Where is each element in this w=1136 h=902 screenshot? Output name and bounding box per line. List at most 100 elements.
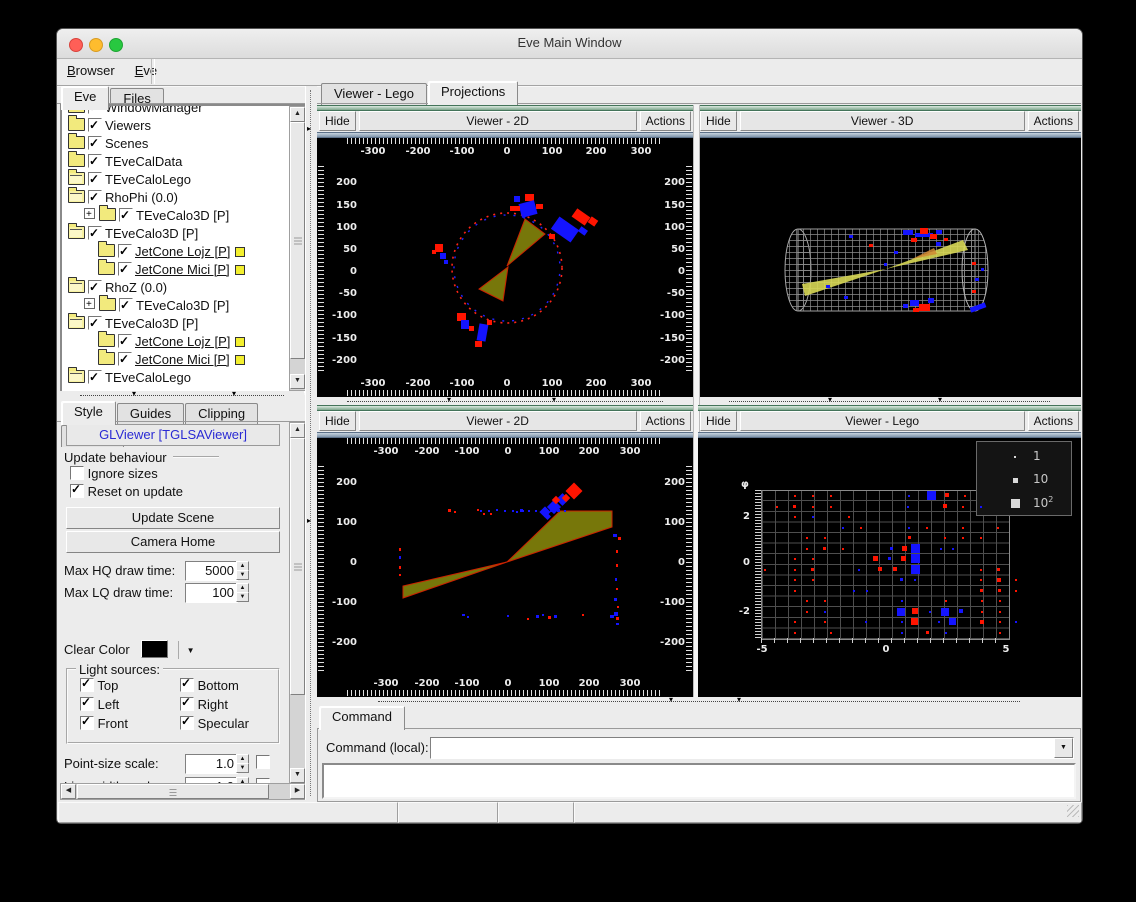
- visibility-checkbox[interactable]: [88, 154, 102, 168]
- expand-icon[interactable]: [84, 208, 95, 219]
- viewer-2d-rhoz-canvas[interactable]: -300-300-200-200-100-1000010010020020030…: [317, 438, 693, 697]
- checkbox-bottom[interactable]: Bottom: [180, 678, 239, 693]
- color-badge[interactable]: [235, 355, 245, 365]
- checkbox-front[interactable]: Front: [80, 716, 128, 731]
- viewer-lego-canvas[interactable]: 110102 φ20-2-505: [698, 438, 1081, 697]
- menu-ve[interactable]: Eve: [125, 59, 167, 85]
- visibility-checkbox[interactable]: [118, 334, 132, 348]
- tree-item-label[interactable]: TEveCaloLego: [102, 370, 191, 385]
- tree-item-label[interactable]: TEveCalo3D [P]: [133, 298, 229, 313]
- checkbox-left[interactable]: Left: [80, 697, 119, 712]
- bottom-splitter[interactable]: ▾▾: [317, 697, 1081, 706]
- menu-rowser[interactable]: Browser: [57, 59, 125, 85]
- tree-item-label[interactable]: TEveCalData: [102, 154, 182, 169]
- tree-item-label[interactable]: RhoZ (0.0): [102, 280, 167, 295]
- tree-item-tevecalolego[interactable]: TEveCaloLego: [68, 369, 191, 387]
- pane1-hide-button[interactable]: Hide: [319, 111, 356, 131]
- clear-color-swatch[interactable]: [141, 640, 168, 658]
- left-scroll-right-icon[interactable]: ▶: [290, 784, 305, 799]
- style-scroll-down-icon[interactable]: ▼: [290, 768, 305, 783]
- command-output[interactable]: [322, 763, 1076, 799]
- pane4-hide-button[interactable]: Hide: [700, 411, 737, 431]
- pane2-title[interactable]: Viewer - 3D: [740, 111, 1025, 131]
- tree-item-jetcone-mici-p-[interactable]: JetCone Mici [P]: [98, 261, 245, 279]
- tree-item-tevecalolego[interactable]: TEveCaloLego: [68, 171, 191, 189]
- tree-item-label[interactable]: JetCone Mici [P]: [132, 262, 230, 277]
- checkbox-right[interactable]: Right: [180, 697, 228, 712]
- checkbox-ignore-sizes[interactable]: Ignore sizes: [70, 466, 158, 481]
- checkbox-box[interactable]: [70, 466, 84, 480]
- tree-item-label[interactable]: WindowManager: [102, 104, 203, 115]
- resize-grip-icon[interactable]: [1067, 805, 1079, 817]
- visibility-checkbox[interactable]: [88, 280, 102, 294]
- tab-eve[interactable]: Eve: [61, 86, 109, 110]
- tree-item-label[interactable]: Viewers: [102, 118, 151, 133]
- pane3-hide-button[interactable]: Hide: [319, 411, 356, 431]
- pane1-actions-button[interactable]: Actions: [640, 111, 691, 131]
- tree-item-label[interactable]: TEveCalo3D [P]: [102, 226, 198, 241]
- tree-item-rhophi-0-0-[interactable]: RhoPhi (0.0): [68, 189, 178, 207]
- expand-icon[interactable]: [84, 298, 95, 309]
- tree-item-jetcone-lojz-p-[interactable]: JetCone Lojz [P]: [98, 333, 245, 351]
- row-splitter-left[interactable]: ▾▾: [317, 397, 693, 405]
- tree-item-tevecalo3d-p-[interactable]: TEveCalo3D [P]: [68, 225, 198, 243]
- color-badge[interactable]: [235, 337, 245, 347]
- tree-item-label[interactable]: JetCone Lojz [P]: [132, 244, 230, 259]
- tree-item-label[interactable]: RhoPhi (0.0): [102, 190, 178, 205]
- left-h-scroll-thumb[interactable]: [77, 784, 269, 799]
- checkbox-specular[interactable]: Specular: [180, 716, 249, 731]
- pane3-title[interactable]: Viewer - 2D: [359, 411, 637, 431]
- spin-value[interactable]: 1.0: [185, 754, 238, 774]
- spin-down-icon[interactable]: ▼: [236, 763, 249, 773]
- tree-item-label[interactable]: TEveCaloLego: [102, 172, 191, 187]
- visibility-checkbox[interactable]: [88, 172, 102, 186]
- color-badge[interactable]: [235, 265, 245, 275]
- pane4-title[interactable]: Viewer - Lego: [740, 411, 1025, 431]
- visibility-checkbox[interactable]: [88, 136, 102, 150]
- color-badge[interactable]: [235, 247, 245, 257]
- visibility-checkbox[interactable]: [88, 118, 102, 132]
- pane3-actions-button[interactable]: Actions: [640, 411, 691, 431]
- tree-item-label[interactable]: JetCone Lojz [P]: [132, 334, 230, 349]
- left-horizontal-splitter[interactable]: ▾▾: [60, 391, 304, 401]
- row-splitter-right[interactable]: ▾▾: [698, 397, 1081, 405]
- tab-viewer-lego[interactable]: Viewer - Lego: [321, 83, 427, 105]
- scale-checkbox[interactable]: [256, 755, 270, 769]
- update-scene-button[interactable]: Update Scene: [66, 507, 280, 529]
- visibility-checkbox[interactable]: [88, 370, 102, 384]
- camera-home-button[interactable]: Camera Home: [66, 531, 280, 553]
- tree-scroll-down-icon[interactable]: ▼: [290, 374, 305, 389]
- checkbox-box[interactable]: [180, 697, 194, 711]
- pane2-actions-button[interactable]: Actions: [1028, 111, 1079, 131]
- tree-item-label[interactable]: JetCone Mici [P]: [132, 352, 230, 367]
- tree-item-tevecalo3d-p-[interactable]: TEveCalo3D [P]: [84, 297, 229, 315]
- visibility-checkbox[interactable]: [118, 262, 132, 276]
- pane1-title[interactable]: Viewer - 2D: [359, 111, 637, 131]
- visibility-checkbox[interactable]: [118, 352, 132, 366]
- tree-item-label[interactable]: Scenes: [102, 136, 148, 151]
- visibility-checkbox[interactable]: [119, 208, 133, 222]
- tree-item-tevecalo3d-p-[interactable]: TEveCalo3D [P]: [84, 207, 229, 225]
- visibility-checkbox[interactable]: [119, 298, 133, 312]
- pane4-actions-button[interactable]: Actions: [1028, 411, 1079, 431]
- checkbox-box[interactable]: [180, 716, 194, 730]
- visibility-checkbox[interactable]: [118, 244, 132, 258]
- tree-scroll-up-icon[interactable]: ▲: [290, 107, 305, 122]
- checkbox-box[interactable]: [70, 484, 84, 498]
- viewer-3d-canvas[interactable]: [698, 138, 1081, 397]
- tree-item-scenes[interactable]: Scenes: [68, 135, 148, 153]
- tree-item-rhoz-0-0-[interactable]: RhoZ (0.0): [68, 279, 167, 297]
- pane2-hide-button[interactable]: Hide: [700, 111, 737, 131]
- spin-value[interactable]: 5000: [185, 561, 238, 581]
- checkbox-box[interactable]: [80, 716, 94, 730]
- tree-item-viewers[interactable]: Viewers: [68, 117, 151, 135]
- glviewer-label[interactable]: GLViewer [TGLSAViewer]: [66, 424, 280, 446]
- spin-down-icon[interactable]: ▼: [236, 592, 249, 602]
- tree-item-label[interactable]: TEveCalo3D [P]: [102, 316, 198, 331]
- tree-item-tevecaldata[interactable]: TEveCalData: [68, 153, 182, 171]
- style-scroll-up-icon[interactable]: ▲: [290, 423, 305, 438]
- visibility-checkbox[interactable]: [88, 316, 102, 330]
- panel-splitter[interactable]: ▸▸: [305, 86, 317, 800]
- viewer-2d-rhophi-canvas[interactable]: -300-300-200-200-100-1000010010020020030…: [317, 138, 693, 397]
- command-combobox[interactable]: [430, 737, 1074, 759]
